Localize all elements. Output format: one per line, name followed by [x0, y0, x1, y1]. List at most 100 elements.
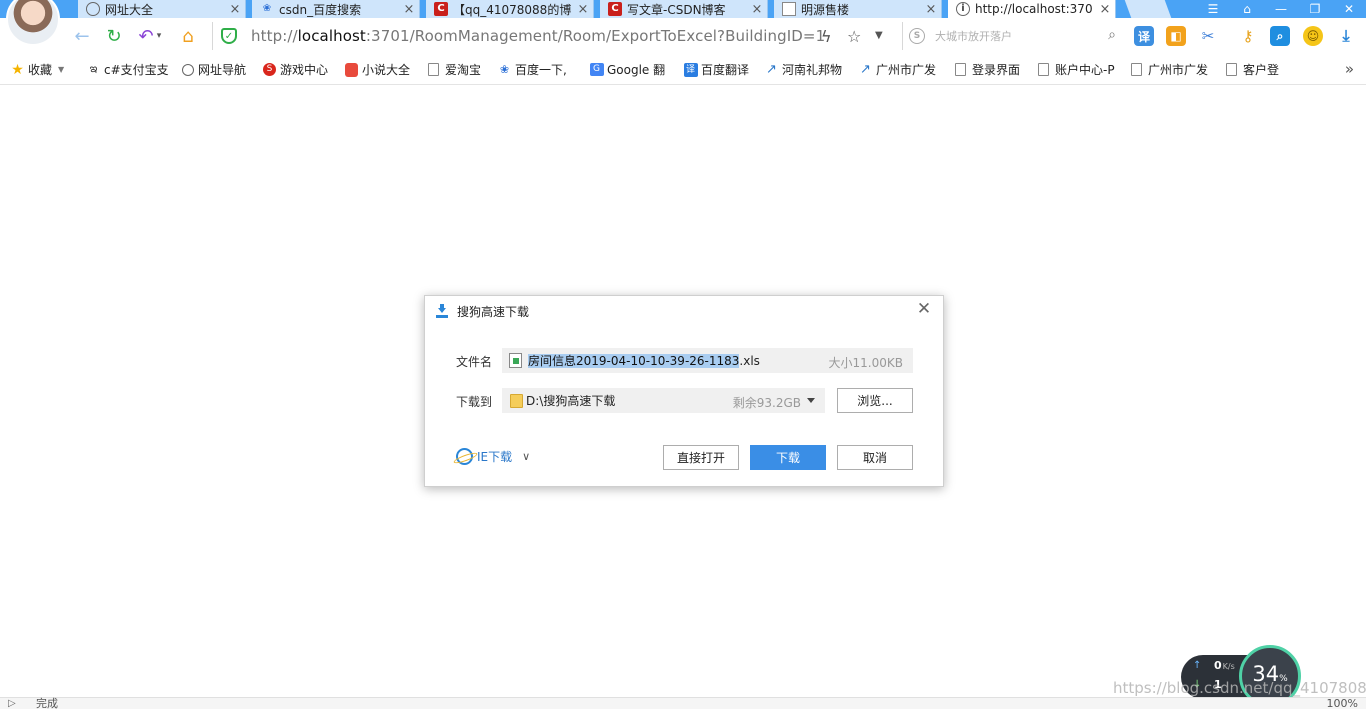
bookmark-label: Google 翻 — [607, 63, 666, 77]
back-arrow-icon[interactable]: ← — [70, 25, 94, 47]
emoji-icon[interactable]: ☺ — [1303, 26, 1323, 46]
bookmark-guangfa-1[interactable]: ↗ 广州市广发 — [858, 61, 936, 78]
minimize-icon[interactable]: — — [1264, 0, 1298, 18]
open-directly-button[interactable]: 直接打开 — [663, 445, 739, 470]
bookmark-alipay[interactable]: ఇ c#支付宝支 — [86, 61, 169, 78]
cancel-button[interactable]: 取消 — [837, 445, 913, 470]
bookmark-guangfa-2[interactable]: 广州市广发 — [1129, 61, 1208, 78]
ie-logo-icon — [456, 448, 473, 465]
filename-selection: 房间信息2019-04-10-10-39-26-1183 — [528, 354, 740, 368]
search-box[interactable]: S 大城市放开落户 ⌕ — [902, 22, 1122, 50]
search-engine-icon[interactable]: S — [909, 28, 925, 44]
bookmark-label: 收藏 — [28, 63, 53, 77]
bookmark-baidu-translate[interactable]: 译 百度翻译 — [683, 61, 749, 78]
chevron-down-icon[interactable]: ∨ — [522, 450, 530, 463]
qr-scan-icon[interactable]: ⌕ — [1270, 26, 1290, 46]
bookmark-favorites[interactable]: ★ 收藏 ▼ — [10, 61, 64, 78]
bookmark-aitaobao[interactable]: 爱淘宝 — [426, 61, 481, 78]
globe-icon — [86, 2, 100, 16]
baidu-paw-icon: ❀ — [499, 63, 510, 76]
tab-close-icon[interactable]: × — [1095, 2, 1115, 17]
page-icon — [955, 63, 966, 76]
filename-field[interactable]: 房间信息2019-04-10-10-39-26-1183.xls 大小11.00… — [502, 348, 913, 373]
tab-close-icon[interactable]: × — [399, 2, 419, 17]
address-url[interactable]: http://localhost:3701/RoomManagement/Roo… — [251, 27, 825, 45]
tab-title: http://localhost:370 — [975, 2, 1093, 16]
bookmark-label: 登录界面 — [972, 63, 1021, 77]
sidebar-toggle-icon[interactable]: ▷ — [8, 698, 16, 709]
bookmark-login[interactable]: 登录界面 — [953, 61, 1020, 78]
skin-icon[interactable]: ⌂ — [1230, 0, 1264, 18]
home-icon[interactable]: ⌂ — [176, 25, 200, 47]
bookmark-label: 河南礼邦物 — [782, 63, 843, 77]
favorite-star-icon[interactable]: ☆ — [847, 27, 861, 46]
tab-close-icon[interactable]: × — [921, 2, 941, 17]
baidu-translate-icon: 译 — [683, 62, 698, 77]
refresh-icon[interactable]: ↻ — [102, 25, 126, 47]
tab-title: 【qq_41078088的博 — [453, 2, 572, 17]
scissors-icon[interactable]: ✂ — [1198, 26, 1218, 46]
tab-localhost[interactable]: i http://localhost:370 × — [948, 0, 1116, 18]
window-close-icon[interactable]: ✕ — [1332, 0, 1366, 18]
tab-close-icon[interactable]: × — [573, 2, 593, 17]
bookmark-novels[interactable]: 小说大全 — [344, 61, 410, 78]
page-icon — [782, 2, 796, 16]
tab-csdn-blog[interactable]: C 【qq_41078088的博 × — [426, 0, 594, 18]
bookmark-label: 爱淘宝 — [445, 63, 482, 77]
bookmarks-bar: ★ 收藏 ▼ ఇ c#支付宝支 网址导航 S 游戏中心 小说大全 爱淘宝 ❀ 百… — [0, 54, 1366, 85]
page-icon — [428, 63, 439, 76]
bookmark-baidu[interactable]: ❀ 百度一下, — [497, 61, 567, 78]
tab-close-icon[interactable]: × — [225, 2, 245, 17]
folder-icon — [510, 393, 523, 408]
bookmark-account[interactable]: 账户中心-P — [1036, 61, 1115, 78]
tab-wangzhi[interactable]: 网址大全 × — [78, 0, 246, 18]
download-button[interactable]: 下载 — [750, 445, 826, 470]
search-icon[interactable]: ⌕ — [1108, 27, 1116, 43]
google-translate-icon: G — [589, 62, 604, 77]
tab-title: 明源售楼 — [801, 2, 850, 17]
address-bar[interactable]: ✓ http://localhost:3701/RoomManagement/R… — [212, 22, 902, 50]
status-bar: ▷ 完成 100% — [0, 697, 1366, 709]
file-size: 大小11.00KB — [828, 356, 903, 370]
chevron-down-icon[interactable]: ▼ — [875, 30, 883, 41]
tab-mingyuan[interactable]: 明源售楼 × — [774, 0, 942, 18]
browse-button[interactable]: 浏览... — [837, 388, 913, 413]
bookmark-label: 账户中心-P — [1055, 63, 1115, 77]
bookmark-henan[interactable]: ↗ 河南礼邦物 — [764, 61, 842, 78]
saveto-dropdown[interactable]: D:\搜狗高速下载 剩余93.2GB — [502, 388, 825, 413]
more-bookmarks-icon[interactable]: » — [1345, 60, 1354, 78]
game-icon: S — [262, 62, 277, 77]
filename-value[interactable]: 房间信息2019-04-10-10-39-26-1183.xls — [528, 352, 760, 369]
info-icon: i — [956, 2, 970, 16]
bookmark-google-translate[interactable]: G Google 翻 — [589, 61, 665, 78]
caret-down-icon[interactable] — [807, 398, 815, 403]
bookmark-customer[interactable]: 客户登 — [1224, 61, 1279, 78]
tab-close-icon[interactable]: × — [747, 2, 767, 17]
download-icon[interactable]: ⤓ — [1336, 26, 1356, 46]
menu-icon[interactable]: ☰ — [1196, 0, 1230, 18]
filename-label: 文件名 — [456, 355, 493, 369]
lightning-icon[interactable]: ϟ — [821, 27, 832, 46]
chart-icon: ↗ — [766, 62, 777, 77]
close-icon[interactable]: ✕ — [915, 299, 933, 319]
restore-icon[interactable]: ❐ — [1298, 0, 1332, 18]
undo-dropdown-icon[interactable]: ▾ — [154, 25, 164, 47]
new-tab-button[interactable] — [1124, 0, 1172, 18]
download-dialog: 搜狗高速下载 ✕ 文件名 房间信息2019-04-10-10-39-26-118… — [424, 295, 944, 487]
bookmark-nav[interactable]: 网址导航 — [180, 61, 246, 78]
tab-title: 写文章-CSDN博客 — [627, 2, 726, 17]
bookmark-label: 百度一下, — [515, 63, 567, 77]
sync-ext-icon[interactable]: ◧ — [1166, 26, 1186, 46]
saveto-label: 下载到 — [456, 395, 493, 409]
zoom-level[interactable]: 100% — [1327, 698, 1358, 709]
baidu-paw-icon: ❀ — [262, 3, 272, 14]
tab-baidu-search[interactable]: ❀ csdn_百度搜索 × — [252, 0, 420, 18]
tab-csdn-write[interactable]: C 写文章-CSDN博客 × — [600, 0, 768, 18]
url-scheme: http:// — [251, 27, 298, 45]
page-icon — [1131, 63, 1142, 76]
ie-download-link[interactable]: IE下载 ∨ — [456, 448, 530, 465]
key-icon[interactable]: ⚷ — [1238, 26, 1258, 46]
bookmark-games[interactable]: S 游戏中心 — [262, 61, 328, 78]
dialog-title-bar: 搜狗高速下载 — [435, 303, 529, 319]
translate-ext-icon[interactable]: 译 — [1134, 26, 1154, 46]
